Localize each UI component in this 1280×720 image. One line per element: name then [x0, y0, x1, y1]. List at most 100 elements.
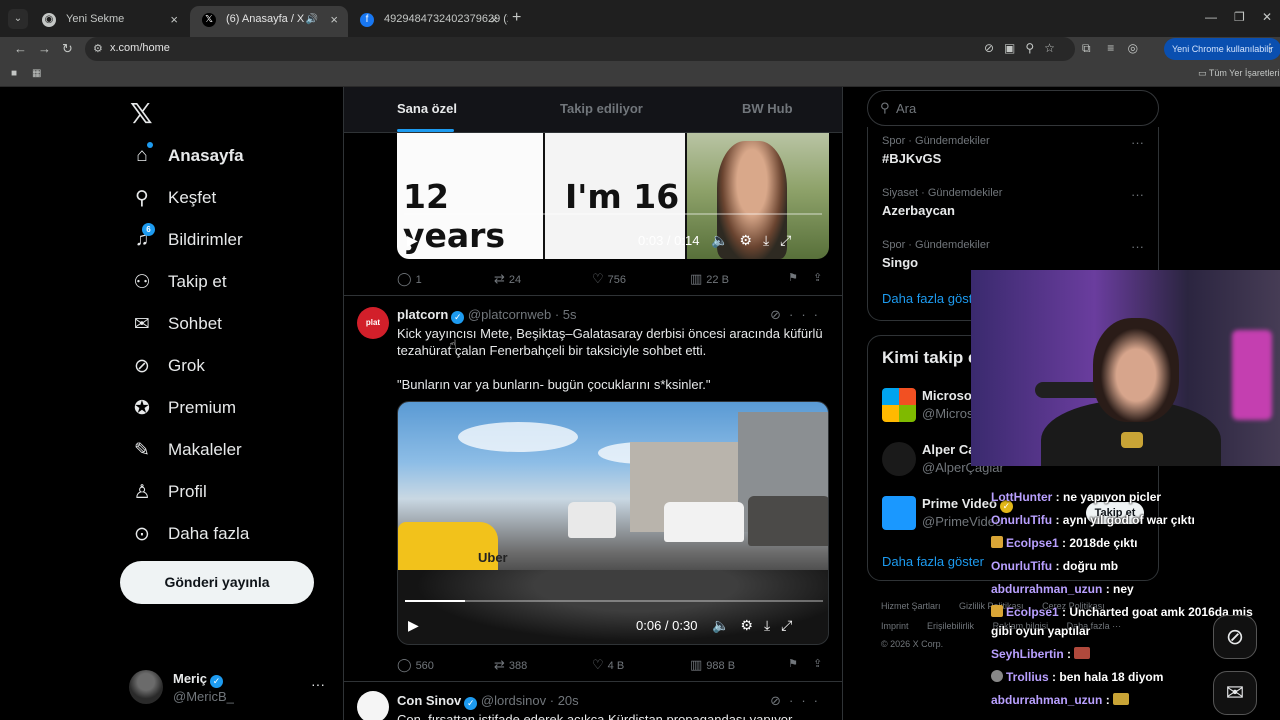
nav-item-premium[interactable]: ✪ Premium	[120, 387, 340, 429]
tab-title: Yeni Sekme	[66, 13, 125, 25]
close-icon[interactable]: ×	[170, 6, 178, 33]
nav-item-grok[interactable]: ⊘ Grok	[120, 345, 340, 387]
nav-item-follow[interactable]: ⚇ Takip et	[120, 261, 340, 303]
share-icon[interactable]: ⇪	[813, 271, 822, 284]
trend-item[interactable]: Spor · Gündemdekiler #BJKvGS	[882, 135, 990, 166]
bookmark-icon[interactable]: ⚑	[788, 271, 798, 284]
x-logo-icon[interactable]: 𝕏	[130, 97, 153, 130]
trend-item[interactable]: Spor · Gündemdekiler Singo	[882, 239, 990, 270]
tab-bw-hub[interactable]: BW Hub	[742, 101, 793, 116]
views-button[interactable]: ▥ 988 B	[690, 657, 735, 673]
chat-message: OnurluTifu : doğru mb	[991, 559, 1118, 573]
copyright: © 2026 X Corp.	[881, 639, 944, 649]
more-horizontal-icon[interactable]: ···	[311, 676, 325, 692]
chat-message: LottHunter : ne yapıyon picler	[991, 490, 1161, 504]
browser-tab[interactable]: ◉ Yeni Sekme ×	[30, 6, 188, 37]
nav-item-chat[interactable]: ✉ Sohbet	[120, 303, 340, 345]
more-horizontal-icon[interactable]: ···	[789, 693, 826, 708]
timeline-tabs: Sana özel Takip ediliyor BW Hub	[344, 87, 842, 133]
tab-search-button[interactable]: ⌄	[8, 9, 28, 29]
new-tab-button[interactable]: +	[512, 9, 521, 27]
tweet-video[interactable]: Uber ▶ 0:06 / 0:30 🔈⚙⤓⤢	[397, 401, 829, 645]
chrome-update-button[interactable]: Yeni Chrome kullanılabilir	[1164, 38, 1280, 60]
address-bar[interactable]: ⚙ x.com/home	[85, 37, 1075, 61]
all-bookmarks[interactable]: ▭ Tüm Yer İşaretleri	[1198, 68, 1279, 79]
chat-message: SeyhLibertin :	[991, 647, 1093, 661]
minimize-icon[interactable]: —	[1205, 10, 1217, 24]
browser-tab[interactable]: f 4929484732402379629 (200×2… ×	[348, 6, 508, 37]
chat-floating-button[interactable]: ✉	[1213, 671, 1257, 715]
more-horizontal-icon[interactable]: ···	[1131, 187, 1144, 202]
search-box[interactable]: ⚲ Ara	[867, 90, 1159, 126]
grok-floating-button[interactable]: ⊘	[1213, 615, 1257, 659]
views-button[interactable]: ▥ 22 B	[690, 271, 729, 287]
video-control-icons[interactable]: 🔈⚙⤓⤢	[711, 232, 802, 249]
avatar	[882, 496, 916, 530]
nav-item-home[interactable]: ⌂ Anasayfa	[120, 135, 340, 177]
like-button[interactable]: ♡ 4 B	[592, 657, 624, 673]
who-to-follow-title: Kimi takip e	[882, 348, 978, 367]
show-more-link[interactable]: Daha fazla göster	[882, 291, 984, 306]
author-handle[interactable]: @platcornweb	[468, 307, 551, 322]
trend-item[interactable]: Siyaset · Gündemdekiler Azerbaycan	[882, 187, 1002, 218]
tweet-video[interactable]: 12 years I'm 16 ▶ 0:03 / 0:14 🔈⚙⤓⤢	[397, 133, 829, 259]
extensions-icons[interactable]: ⧉ ≡ ◎	[1082, 41, 1138, 56]
reply-button[interactable]: ◯ 1	[397, 271, 422, 287]
nav-item-more[interactable]: ⊙ Daha fazla	[120, 513, 340, 555]
nav-item-articles[interactable]: ✎ Makaleler	[120, 429, 340, 471]
site-info-icon[interactable]: ⚙	[93, 42, 103, 55]
tweet-tools[interactable]: ⊘···	[770, 693, 826, 709]
chat-username: OnurluTifu	[991, 513, 1053, 527]
account-switcher[interactable]: Meriç ✓ @MericB_ ···	[129, 670, 334, 710]
back-icon[interactable]: ←	[14, 41, 27, 56]
footer-link[interactable]: Hizmet Şartları	[881, 601, 941, 611]
nav-label: Daha fazla	[168, 524, 250, 543]
avatar[interactable]: plat	[357, 307, 389, 339]
author-name[interactable]: Con Sinov	[397, 693, 461, 708]
close-icon[interactable]: ×	[490, 6, 498, 33]
avatar[interactable]	[357, 691, 389, 720]
video-progress-bar[interactable]	[405, 600, 823, 602]
repost-button[interactable]: ⇄ 24	[494, 271, 521, 287]
nav-label: Grok	[168, 356, 205, 375]
speaker-icon[interactable]: 🔊	[306, 6, 318, 33]
forward-icon[interactable]: →	[38, 41, 51, 56]
tweet-tools[interactable]: ⊘···	[770, 307, 826, 323]
cloud	[458, 422, 578, 452]
chrome-menu-icon[interactable]: ⋮	[1264, 41, 1276, 55]
nav-item-notifications[interactable]: ♫ 6 Bildirimler	[120, 219, 340, 261]
footer-link[interactable]: Erişilebilirlik	[927, 621, 974, 631]
video-progress-bar[interactable]	[404, 213, 822, 215]
browser-tab-active[interactable]: 𝕏 (6) Anasayfa / X 🔊 ×	[190, 6, 348, 37]
reply-button[interactable]: ◯ 560	[397, 657, 434, 673]
bookmark-icon[interactable]: ⚑	[788, 657, 798, 670]
bookmark-square-icon[interactable]: ■	[11, 68, 17, 79]
restore-icon[interactable]: ❐	[1234, 10, 1245, 24]
share-icon[interactable]: ⇪	[813, 657, 822, 670]
nav-item-profile[interactable]: ♙ Profil	[120, 471, 340, 513]
footer-link[interactable]: Imprint	[881, 621, 909, 631]
more-horizontal-icon[interactable]: ···	[1131, 239, 1144, 254]
apps-grid-icon[interactable]: ▦	[32, 68, 41, 79]
repost-button[interactable]: ⇄ 388	[494, 657, 527, 673]
more-horizontal-icon[interactable]: ···	[1131, 135, 1144, 150]
author-name[interactable]: platcorn	[397, 307, 448, 322]
video-control-icons[interactable]: 🔈⚙⤓⤢	[712, 617, 803, 634]
nav-item-explore[interactable]: ⚲ Keşfet	[120, 177, 340, 219]
grok-icon[interactable]: ⊘	[770, 307, 789, 322]
tab-for-you[interactable]: Sana özel	[397, 101, 457, 116]
window-close-icon[interactable]: ✕	[1262, 10, 1272, 24]
post-button[interactable]: Gönderi yayınla	[120, 561, 314, 604]
close-icon[interactable]: ×	[330, 6, 338, 33]
reload-icon[interactable]: ↻	[62, 41, 73, 57]
tweet[interactable]: Con Sinov ✓ @lordsinov · 20s ⊘··· Con, fı…	[344, 681, 842, 720]
tab-following[interactable]: Takip ediliyor	[560, 101, 643, 116]
play-icon[interactable]: ▶	[408, 617, 419, 634]
like-button[interactable]: ♡ 756	[592, 271, 626, 287]
play-icon[interactable]: ▶	[407, 232, 418, 249]
author-handle[interactable]: @lordsinov	[481, 693, 546, 708]
show-more-link[interactable]: Daha fazla göster	[882, 554, 984, 569]
grok-icon[interactable]: ⊘	[770, 693, 789, 708]
more-horizontal-icon[interactable]: ···	[789, 307, 826, 322]
omnibox-action-icons[interactable]: ⊘▣⚲☆	[984, 41, 1065, 55]
